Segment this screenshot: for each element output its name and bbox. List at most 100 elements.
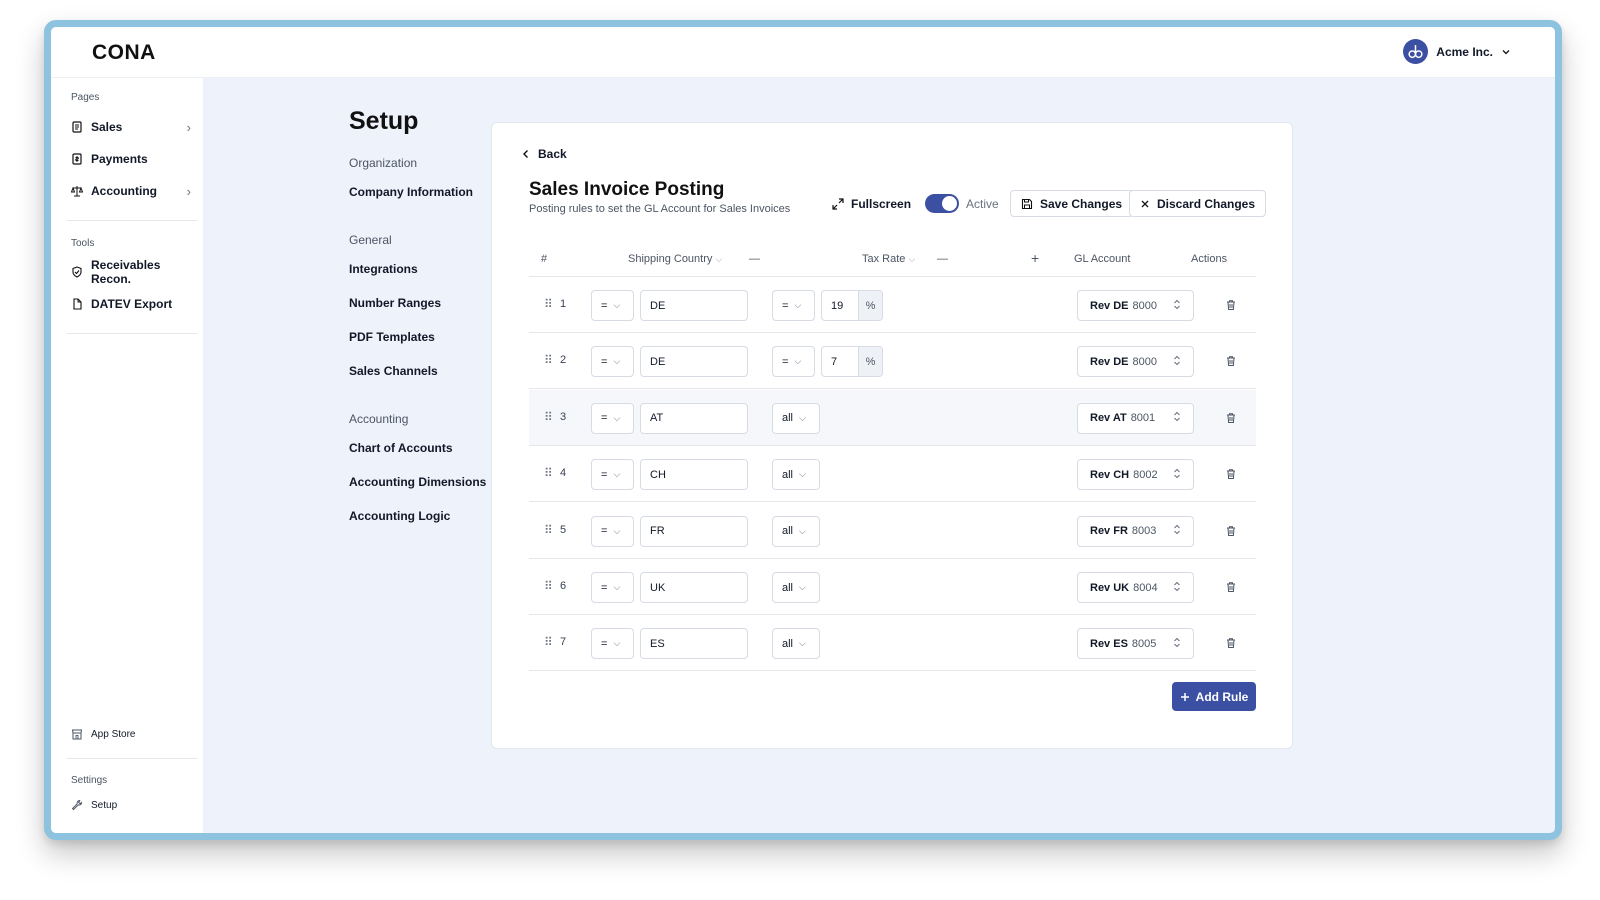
add-rule-button[interactable]: Add Rule	[1172, 682, 1256, 711]
country-operator-select[interactable]: = ⌵	[591, 290, 634, 321]
drag-handle-icon[interactable]: ⠿	[544, 579, 553, 593]
column-header-tax-rate[interactable]: Tax Rate ⌵	[862, 253, 915, 265]
sidebar-item-datev-export[interactable]: DATEV Export	[71, 292, 191, 316]
drag-handle-icon[interactable]: ⠿	[544, 466, 553, 480]
tax-operator-select[interactable]: all ⌵	[772, 572, 820, 603]
add-condition-button[interactable]: +	[1031, 250, 1039, 266]
nav-link-number-ranges[interactable]: Number Ranges	[349, 296, 441, 310]
gl-account-select[interactable]: Rev ES 8005	[1077, 628, 1194, 660]
remove-condition-button[interactable]: —	[937, 253, 948, 265]
gl-account-select[interactable]: Rev UK 8004	[1077, 572, 1194, 603]
trash-icon[interactable]	[1225, 411, 1237, 429]
sidebar-item-setup[interactable]: Setup	[71, 793, 191, 817]
gl-account-select[interactable]: Rev CH 8002	[1077, 459, 1194, 491]
tax-rate-input[interactable]: 7%	[821, 346, 883, 378]
nav-link-accounting-logic[interactable]: Accounting Logic	[349, 509, 450, 523]
country-input[interactable]: DE	[640, 290, 748, 321]
country-operator-select[interactable]: = ⌵	[591, 515, 634, 547]
tax-operator-select[interactable]: = ⌵	[772, 290, 815, 321]
trash-icon[interactable]	[1225, 467, 1237, 485]
table-row: ⠿ 5 = ⌵ FR all ⌵ Rev FR 8003	[529, 503, 1256, 559]
sidebar-divider	[67, 333, 197, 334]
tax-operator-select[interactable]: all ⌵	[772, 628, 820, 660]
sort-icon	[1173, 411, 1181, 425]
sidebar-item-app-store[interactable]: App Store	[71, 722, 191, 746]
fullscreen-button[interactable]: Fullscreen	[832, 190, 911, 217]
rule-number: 4	[560, 467, 567, 480]
nav-link-sales-channels[interactable]: Sales Channels	[349, 364, 438, 378]
trash-icon[interactable]	[1225, 298, 1237, 316]
trash-icon[interactable]	[1225, 580, 1237, 598]
gl-account-value: Rev ES 8005	[1090, 638, 1156, 650]
column-header-number: #	[541, 253, 548, 265]
active-switch[interactable]	[925, 194, 959, 213]
app-logo[interactable]: CONA	[92, 41, 156, 65]
sidebar-section-tools: Tools	[71, 238, 95, 249]
drag-handle-icon[interactable]: ⠿	[544, 635, 553, 649]
country-input[interactable]: CH	[640, 459, 748, 491]
drag-handle-icon[interactable]: ⠿	[544, 410, 553, 424]
country-operator-select[interactable]: = ⌵	[591, 628, 634, 660]
tax-rate-value: 7	[831, 355, 838, 368]
sidebar-item-payments[interactable]: Payments	[71, 147, 191, 171]
country-operator-select[interactable]: = ⌵	[591, 402, 634, 434]
remove-condition-button[interactable]: —	[749, 253, 760, 265]
sidebar-section-settings: Settings	[71, 775, 108, 786]
shield-check-icon	[72, 266, 82, 278]
gl-account-name: Rev UK	[1090, 581, 1130, 594]
nav-link-chart-of-accounts[interactable]: Chart of Accounts	[349, 441, 453, 455]
top-bar: CONA Acme Inc.	[51, 27, 1555, 78]
nav-link-integrations[interactable]: Integrations	[349, 262, 418, 276]
trash-icon[interactable]	[1225, 636, 1237, 654]
card-subtitle: Posting rules to set the GL Account for …	[529, 203, 791, 215]
country-value: FR	[650, 525, 665, 538]
trash-icon[interactable]	[1225, 524, 1237, 542]
country-input[interactable]: FR	[640, 515, 748, 547]
chevron-down-icon: ⌵	[613, 638, 621, 649]
nav-link-pdf-templates[interactable]: PDF Templates	[349, 330, 435, 344]
tax-operator-select[interactable]: all ⌵	[772, 402, 820, 434]
fullscreen-label: Fullscreen	[851, 196, 912, 211]
gl-account-select[interactable]: Rev DE 8000	[1077, 290, 1194, 321]
save-changes-button[interactable]: Save Changes	[1010, 190, 1134, 217]
gl-account-select[interactable]: Rev FR 8003	[1077, 515, 1194, 547]
gl-account-value: Rev DE 8000	[1090, 300, 1157, 312]
chevron-right-icon: ›	[186, 119, 191, 135]
country-input[interactable]: AT	[640, 402, 748, 434]
column-header-label: Tax Rate	[862, 253, 906, 265]
tax-operator-select[interactable]: all ⌵	[772, 515, 820, 547]
nav-link-company-information[interactable]: Company Information	[349, 185, 473, 199]
operator-value: all	[782, 468, 794, 481]
back-button[interactable]: Back	[522, 147, 567, 161]
gl-account-select[interactable]: Rev DE 8000	[1077, 346, 1194, 378]
active-toggle[interactable]: Active	[925, 190, 999, 217]
nav-link-accounting-dimensions[interactable]: Accounting Dimensions	[349, 475, 486, 489]
tax-operator-select[interactable]: all ⌵	[772, 459, 820, 491]
tax-rate-input[interactable]: 19%	[821, 290, 883, 321]
company-name: Acme Inc.	[1436, 44, 1493, 59]
gl-account-select[interactable]: Rev AT 8001	[1077, 402, 1194, 434]
add-rule-label: Add Rule	[1195, 689, 1249, 704]
nav-section-accounting: Accounting	[349, 412, 409, 426]
drag-handle-icon[interactable]: ⠿	[544, 523, 553, 537]
chevron-down-icon: ⌵	[613, 469, 621, 480]
discard-changes-button[interactable]: Discard Changes	[1129, 190, 1267, 217]
sidebar-item-receivables-recon[interactable]: Receivables Recon.	[71, 258, 191, 286]
sidebar-item-accounting[interactable]: Accounting ›	[71, 179, 191, 203]
country-operator-select[interactable]: = ⌵	[591, 459, 634, 491]
country-input[interactable]: UK	[640, 572, 748, 603]
tax-operator-select[interactable]: = ⌵	[772, 346, 815, 378]
sidebar-item-label: Sales	[91, 120, 123, 134]
drag-handle-icon[interactable]: ⠿	[544, 297, 553, 311]
trash-icon[interactable]	[1225, 354, 1237, 372]
country-input[interactable]: ES	[640, 628, 748, 660]
gl-account-name: Rev CH	[1090, 468, 1130, 481]
country-input[interactable]: DE	[640, 346, 748, 378]
column-header-shipping-country[interactable]: Shipping Country ⌵	[628, 253, 722, 265]
scale-icon	[71, 186, 83, 197]
sidebar-item-sales[interactable]: Sales ›	[71, 115, 191, 139]
country-operator-select[interactable]: = ⌵	[591, 346, 634, 378]
drag-handle-icon[interactable]: ⠿	[544, 353, 553, 367]
company-switcher[interactable]: Acme Inc.	[1403, 39, 1511, 64]
country-operator-select[interactable]: = ⌵	[591, 572, 634, 603]
